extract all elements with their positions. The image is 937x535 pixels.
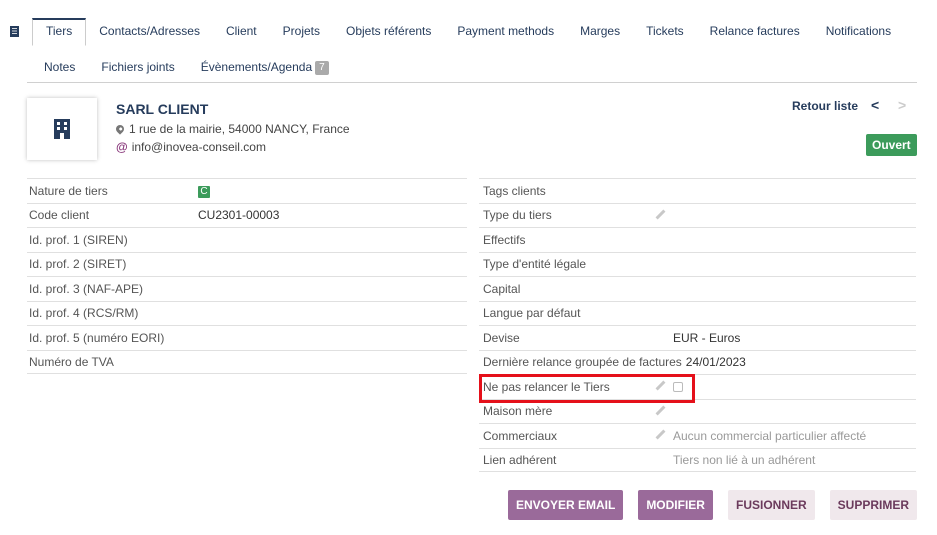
- tab-evenements-agenda[interactable]: Évènements/Agenda 7: [188, 54, 342, 80]
- field-value: Aucun commercial particulier affecté: [673, 428, 867, 443]
- field-label: Tags clients: [483, 183, 546, 198]
- tab-projets[interactable]: Projets: [270, 18, 333, 44]
- field-row: Nature de tiers C: [27, 178, 467, 203]
- tab-notes[interactable]: Notes: [0, 54, 88, 80]
- field-row: Id. prof. 3 (NAF-APE): [27, 276, 467, 301]
- field-label: Id. prof. 1 (SIREN): [29, 232, 128, 247]
- field-label: Nature de tiers: [29, 183, 108, 198]
- field-label: Id. prof. 2 (SIRET): [29, 257, 127, 272]
- field-label: Langue par défaut: [483, 306, 581, 321]
- field-row: Effectifs: [479, 227, 916, 252]
- field-label: Effectifs: [483, 232, 526, 247]
- send-email-button[interactable]: ENVOYER EMAIL: [507, 490, 624, 520]
- field-label: Ne pas relancer le Tiers: [483, 379, 610, 394]
- field-value: 24/01/2023: [685, 355, 746, 370]
- field-row: Id. prof. 2 (SIRET): [27, 251, 467, 277]
- field-row: Maison mère: [479, 398, 916, 424]
- field-row: Langue par défaut: [479, 300, 916, 326]
- tab-client[interactable]: Client: [213, 18, 270, 44]
- field-label: Id. prof. 4 (RCS/RM): [29, 306, 139, 321]
- back-to-list-link[interactable]: Retour liste: [792, 99, 858, 113]
- field-row: Id. prof. 1 (SIREN): [27, 227, 467, 252]
- field-row: Capital: [479, 276, 916, 301]
- edit-pencil-icon[interactable]: [655, 429, 666, 440]
- previous-record-icon[interactable]: <: [871, 97, 879, 113]
- delete-button[interactable]: SUPPRIMER: [829, 490, 917, 520]
- field-row: Code client CU2301-00003: [27, 202, 467, 228]
- field-label: Code client: [29, 208, 90, 223]
- field-row: Type du tiers: [479, 202, 916, 228]
- field-label: Capital: [483, 281, 521, 296]
- company-email[interactable]: @ info@inovea-conseil.com: [116, 140, 266, 154]
- left-field-table: Nature de tiers C Code client CU2301-000…: [27, 178, 467, 374]
- tabs-row-main: Tiers Contacts/Adresses Client Projets O…: [0, 18, 904, 46]
- company-name: SARL CLIENT: [116, 101, 209, 117]
- tab-relance-factures[interactable]: Relance factures: [697, 18, 813, 44]
- status-badge: Ouvert: [866, 134, 917, 156]
- field-label: Maison mère: [483, 404, 553, 419]
- field-label: Id. prof. 3 (NAF-APE): [29, 281, 144, 296]
- field-label: Commerciaux: [483, 428, 558, 443]
- field-row: Commerciaux Aucun commercial particulier…: [479, 423, 916, 448]
- edit-pencil-icon[interactable]: [655, 380, 666, 391]
- tab-tickets[interactable]: Tickets: [633, 18, 697, 44]
- field-row: Type d'entité légale: [479, 251, 916, 277]
- edit-pencil-icon[interactable]: [655, 209, 666, 220]
- field-value: Tiers non lié à un adhérent: [673, 452, 816, 467]
- merge-button[interactable]: FUSIONNER: [727, 490, 815, 520]
- field-row: Id. prof. 5 (numéro EORI): [27, 325, 467, 350]
- action-buttons: ENVOYER EMAIL MODIFIER FUSIONNER SUPPRIM…: [507, 490, 917, 520]
- field-row: Id. prof. 4 (RCS/RM): [27, 300, 467, 326]
- no-reminder-checkbox[interactable]: [673, 381, 683, 392]
- nature-badge: C: [198, 186, 210, 199]
- tab-payment-methods[interactable]: Payment methods: [444, 18, 567, 44]
- address-text: 1 rue de la mairie, 54000 NANCY, France: [129, 122, 350, 136]
- at-icon: @: [116, 140, 128, 154]
- field-value: EUR - Euros: [673, 330, 741, 345]
- field-label: Lien adhérent: [483, 452, 557, 467]
- tab-tiers[interactable]: Tiers: [32, 18, 87, 46]
- field-row: Dernière relance groupée de factures 24/…: [479, 349, 916, 375]
- field-row: Tags clients: [479, 178, 916, 203]
- tab-contacts-adresses[interactable]: Contacts/Adresses: [86, 18, 213, 44]
- email-text[interactable]: info@inovea-conseil.com: [132, 140, 266, 154]
- field-row-no-reminder: Ne pas relancer le Tiers: [479, 374, 916, 399]
- field-row: Lien adhérent Tiers non lié à un adhéren…: [479, 447, 916, 472]
- map-pin-icon: [114, 123, 126, 135]
- company-logo: [27, 98, 97, 160]
- field-row: Numéro de TVA: [27, 349, 467, 374]
- field-label: Id. prof. 5 (numéro EORI): [29, 330, 165, 345]
- edit-pencil-icon[interactable]: [655, 405, 666, 416]
- field-value: CU2301-00003: [198, 208, 280, 223]
- tabs-divider: [27, 82, 917, 83]
- field-label: Type d'entité légale: [483, 257, 587, 272]
- field-label: Numéro de TVA: [29, 354, 114, 369]
- building-icon: [10, 25, 19, 37]
- next-record-icon[interactable]: >: [898, 97, 906, 113]
- modify-button[interactable]: MODIFIER: [638, 490, 713, 520]
- tabs-row-secondary: Notes Fichiers joints Évènements/Agenda 7: [0, 54, 342, 80]
- field-label: Dernière relance groupée de factures: [483, 355, 682, 370]
- tab-objets-referents[interactable]: Objets référents: [333, 18, 444, 44]
- field-label: Type du tiers: [483, 208, 552, 223]
- tab-evenements-label: Évènements/Agenda: [200, 60, 313, 74]
- tab-company-icon[interactable]: [0, 18, 32, 44]
- field-row: Devise EUR - Euros: [479, 325, 916, 350]
- company-address: 1 rue de la mairie, 54000 NANCY, France: [114, 122, 350, 136]
- events-count-badge: 7: [315, 60, 329, 75]
- tab-fichiers-joints[interactable]: Fichiers joints: [88, 54, 187, 80]
- field-label: Devise: [483, 330, 520, 345]
- tab-notifications[interactable]: Notifications: [813, 18, 904, 44]
- building-icon: [54, 119, 70, 139]
- right-field-table: Tags clients Type du tiers Effectifs Typ…: [479, 178, 916, 472]
- tab-marges[interactable]: Marges: [567, 18, 633, 44]
